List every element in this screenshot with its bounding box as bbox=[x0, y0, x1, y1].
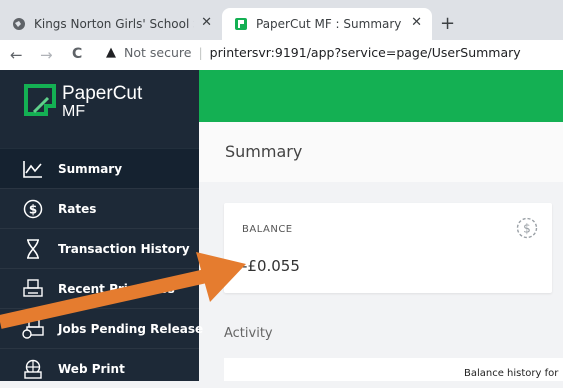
sidebar-item-rates[interactable]: $ Rates bbox=[0, 188, 199, 228]
activity-panel: Balance history for bbox=[224, 358, 563, 381]
sidebar-item-label: Rates bbox=[58, 201, 97, 216]
sidebar-item-label: Web Print bbox=[58, 361, 125, 376]
browser-tab-title: PaperCut MF : Summary bbox=[256, 17, 402, 31]
logo-subtext: MF bbox=[62, 103, 86, 120]
forward-button[interactable]: → bbox=[40, 46, 53, 64]
warning-icon: ▲ bbox=[106, 45, 116, 60]
browser-tab-papercut[interactable]: PaperCut MF : Summary ✕ bbox=[222, 8, 432, 40]
browser-tab-kngs[interactable]: Kings Norton Girls' School Speed ✕ bbox=[0, 8, 222, 40]
logo-text: PaperCut bbox=[62, 83, 143, 104]
page-header: Summary bbox=[199, 122, 563, 182]
chart-line-icon bbox=[22, 158, 44, 180]
globe-icon bbox=[13, 18, 25, 30]
papercut-favicon-icon bbox=[235, 18, 247, 30]
close-icon[interactable]: ✕ bbox=[201, 15, 212, 30]
sidebar-item-web-print[interactable]: Web Print bbox=[0, 348, 199, 388]
balance-label: BALANCE bbox=[242, 224, 293, 235]
security-status: Not secure bbox=[124, 45, 192, 60]
browser-tab-title: Kings Norton Girls' School Speed bbox=[34, 17, 194, 31]
url-separator: | bbox=[198, 45, 203, 60]
reload-button[interactable]: C bbox=[72, 46, 82, 62]
new-tab-button[interactable]: + bbox=[440, 13, 455, 34]
page-title: Summary bbox=[225, 142, 303, 161]
back-button[interactable]: ← bbox=[10, 46, 23, 64]
sidebar-item-summary[interactable]: Summary bbox=[0, 148, 199, 188]
dollar-circle-icon: $ bbox=[22, 198, 44, 220]
papercut-logo-icon bbox=[24, 84, 56, 116]
papercut-logo[interactable]: PaperCut MF bbox=[24, 83, 142, 120]
balance-card: BALANCE -£0.055 $ bbox=[224, 203, 552, 293]
annotation-arrow bbox=[0, 252, 246, 329]
url-field[interactable]: ▲ Not secure | printersvr:9191/app?servi… bbox=[106, 45, 521, 60]
web-print-icon bbox=[22, 358, 44, 380]
sidebar-item-label: Summary bbox=[58, 161, 123, 176]
svg-text:$: $ bbox=[523, 222, 531, 236]
close-icon[interactable]: ✕ bbox=[411, 15, 422, 30]
header-bar bbox=[199, 70, 563, 122]
url-text: printersvr:9191/app?service=page/UserSum… bbox=[209, 45, 521, 60]
balance-history-title: Balance history for bbox=[464, 368, 559, 379]
svg-text:$: $ bbox=[29, 202, 37, 216]
browser-tab-bar: Kings Norton Girls' School Speed ✕ Paper… bbox=[0, 0, 563, 40]
address-bar-row: ← → C ▲ Not secure | printersvr:9191/app… bbox=[0, 40, 563, 70]
dollar-circle-icon: $ bbox=[516, 217, 538, 239]
